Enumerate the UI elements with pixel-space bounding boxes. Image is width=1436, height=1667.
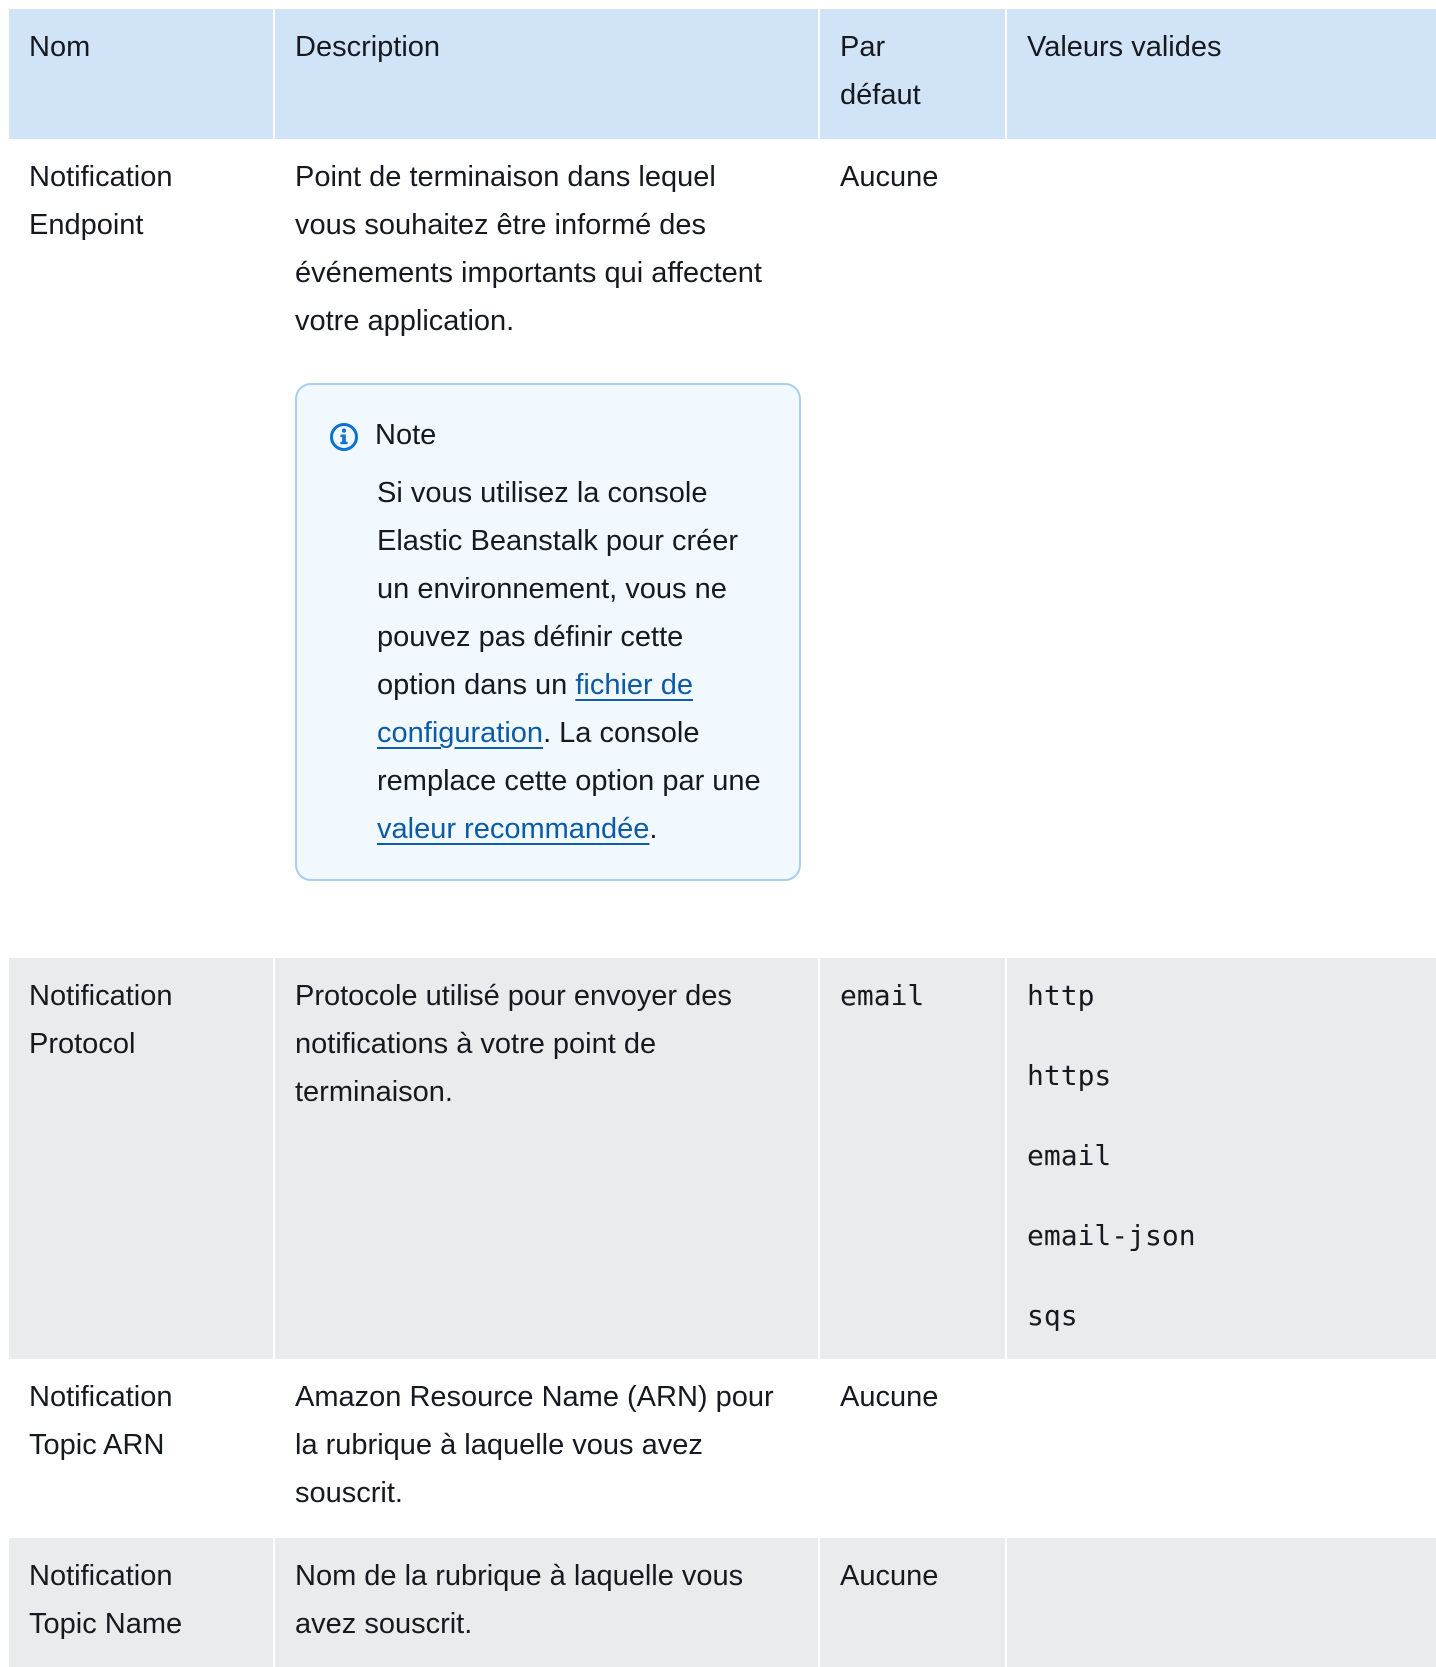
option-valid-values: [1006, 1359, 1436, 1538]
note-header: Note: [329, 411, 769, 459]
table-row: Notification Protocol Protocole utilisé …: [9, 958, 1436, 1359]
description-text: Point de terminaison dans lequel vous so…: [295, 161, 762, 337]
valid-value: email: [1027, 1139, 1112, 1172]
option-default: Aucune: [819, 1359, 1007, 1538]
valid-value: sqs: [1027, 1299, 1078, 1332]
table-row: Notification Topic Name Nom de la rubriq…: [9, 1538, 1436, 1667]
option-description: Nom de la rubrique à laquelle vous avez …: [274, 1538, 820, 1667]
table-row: Notification Topic ARN Amazon Resource N…: [9, 1359, 1436, 1538]
table-row: Notification Endpoint Point de terminais…: [9, 139, 1436, 958]
option-description: Protocole utilisé pour envoyer des notif…: [274, 958, 820, 1359]
option-valid-values: [1006, 1538, 1436, 1667]
option-valid-values: http https email email-json sqs: [1006, 958, 1436, 1359]
options-table: Nom Description Par défaut Valeurs valid…: [9, 9, 1436, 1667]
note-text: .: [649, 813, 658, 845]
option-default: email: [819, 958, 1007, 1359]
note-title: Note: [375, 419, 437, 451]
option-default: Aucune: [819, 1538, 1007, 1667]
note-body: Si vous utilisez la console Elastic Bean…: [377, 469, 769, 853]
info-icon: [330, 423, 358, 451]
table-header-row: Nom Description Par défaut Valeurs valid…: [9, 9, 1436, 139]
option-name: Notification Protocol: [9, 958, 275, 1359]
header-description: Description: [274, 9, 820, 139]
option-default: Aucune: [819, 139, 1007, 958]
note-text: Si vous utilisez la console Elastic Bean…: [377, 477, 739, 701]
recommended-value-link[interactable]: valeur recommandée: [377, 813, 649, 845]
valid-values-list: http https email email-json sqs: [1027, 972, 1416, 1340]
note-box: Note Si vous utilisez la console Elastic…: [295, 383, 801, 881]
option-description: Amazon Resource Name (ARN) pour la rubri…: [274, 1359, 820, 1538]
valid-value: https: [1027, 1059, 1112, 1092]
option-name: Notification Topic Name: [9, 1538, 275, 1667]
header-default: Par défaut: [819, 9, 1007, 139]
header-name: Nom: [9, 9, 275, 139]
header-valid-values: Valeurs valides: [1006, 9, 1436, 139]
valid-value: email-json: [1027, 1219, 1196, 1252]
option-valid-values: [1006, 139, 1436, 958]
option-name: Notification Topic ARN: [9, 1359, 275, 1538]
valid-value: http: [1027, 979, 1095, 1012]
option-name: Notification Endpoint: [9, 139, 275, 958]
option-description: Point de terminaison dans lequel vous so…: [274, 139, 820, 958]
